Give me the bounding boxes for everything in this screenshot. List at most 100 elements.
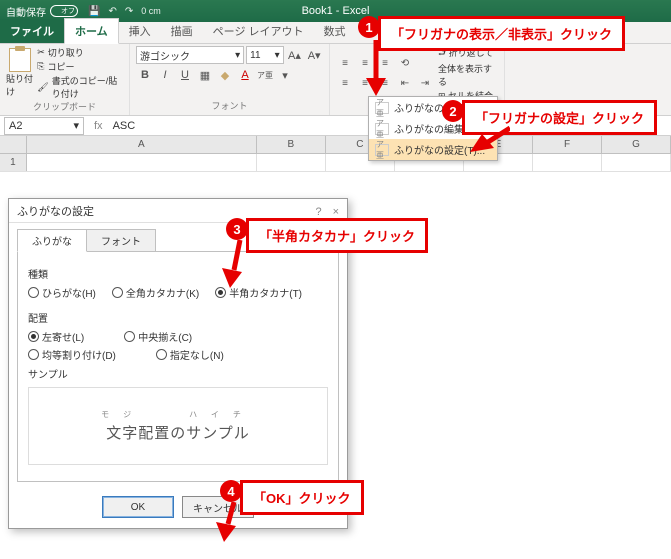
orientation-icon[interactable]: ⟲ bbox=[396, 54, 414, 72]
radio-icon bbox=[156, 349, 167, 360]
dialog-tab-phonetic[interactable]: ふりがな bbox=[17, 229, 87, 252]
radio-icon bbox=[28, 331, 39, 342]
increase-font-icon[interactable]: A▴ bbox=[286, 46, 304, 64]
tab-home[interactable]: ホーム bbox=[64, 18, 119, 44]
font-group: 游ゴシック▾ 11▾ A▴ A▾ B I U ▦ ◆ A ア亜 ▾ フォント bbox=[130, 44, 330, 115]
chevron-down-icon: ▾ bbox=[275, 50, 280, 61]
clipboard-group: 貼り付け ✂切り取り ⎘コピー 🖌書式のコピー/貼り付け クリップボード bbox=[0, 44, 130, 115]
format-painter-button[interactable]: 🖌書式のコピー/貼り付け bbox=[37, 74, 123, 100]
radio-none[interactable]: 指定なし(N) bbox=[156, 347, 224, 362]
paste-label: 貼り付け bbox=[6, 72, 33, 98]
radio-icon bbox=[124, 331, 135, 342]
name-box[interactable]: A2▾ bbox=[4, 117, 84, 135]
arrow-2 bbox=[470, 124, 510, 154]
annotation-number-3: 3 bbox=[226, 218, 248, 240]
close-icon[interactable]: ? × bbox=[315, 203, 339, 219]
fill-color-button[interactable]: ◆ bbox=[216, 66, 234, 84]
sheet-row-1: 1 bbox=[0, 154, 671, 172]
decrease-font-icon[interactable]: A▾ bbox=[305, 46, 323, 64]
select-all-corner[interactable] bbox=[0, 136, 27, 153]
dialog-body: 種類 ひらがな(H) 全角カタカナ(K) 半角カタカナ(T) 配置 左寄せ(L)… bbox=[17, 251, 339, 482]
toggle-off[interactable]: オフ bbox=[50, 5, 78, 17]
autosave-toggle[interactable]: 自動保存 オフ bbox=[6, 4, 78, 19]
align-section-label: 配置 bbox=[28, 310, 328, 325]
col-header-f[interactable]: F bbox=[533, 136, 602, 153]
type-section-label: 種類 bbox=[28, 266, 328, 281]
annotation-number-1: 1 bbox=[358, 16, 380, 38]
tab-draw[interactable]: 描画 bbox=[161, 19, 203, 43]
italic-button[interactable]: I bbox=[156, 66, 174, 84]
sample-ruby: モジ ハイチ bbox=[101, 409, 255, 420]
indent-inc-icon[interactable]: ⇥ bbox=[416, 74, 434, 92]
brush-icon: 🖌 bbox=[37, 82, 48, 93]
row-header-1[interactable]: 1 bbox=[0, 154, 27, 171]
phonetic-settings-icon: ア亜 bbox=[375, 144, 389, 156]
save-icon[interactable]: 💾 bbox=[88, 6, 100, 17]
quick-access-toolbar: 💾 ↶ ↷ 0 cm bbox=[88, 6, 161, 17]
align-top-icon[interactable]: ≡ bbox=[336, 54, 354, 72]
tab-layout[interactable]: ページ レイアウト bbox=[203, 19, 314, 43]
tab-insert[interactable]: 挿入 bbox=[119, 19, 161, 43]
clipboard-group-label: クリップボード bbox=[6, 100, 123, 114]
copy-icon: ⎘ bbox=[37, 61, 44, 72]
redo-icon[interactable]: ↷ bbox=[125, 6, 133, 17]
align-left-icon[interactable]: ≡ bbox=[336, 74, 354, 92]
bold-button[interactable]: B bbox=[136, 66, 154, 84]
cell-a1[interactable] bbox=[27, 154, 257, 172]
paste-icon bbox=[9, 48, 31, 72]
dialog-tab-font[interactable]: フォント bbox=[86, 229, 156, 252]
callout-3: 「半角カタカナ」クリック bbox=[246, 218, 428, 253]
wrap-text-button[interactable]: ⮐ 折り返して全体を表示する bbox=[438, 46, 498, 88]
col-header-a[interactable]: A bbox=[27, 136, 257, 153]
tab-file[interactable]: ファイル bbox=[0, 19, 64, 43]
dialog-title: ふりがなの設定 bbox=[17, 203, 94, 219]
font-name-select[interactable]: 游ゴシック▾ bbox=[136, 46, 244, 64]
callout-4: 「OK」クリック bbox=[240, 480, 364, 515]
sample-preview: モジ ハイチ 文字配置のサンプル bbox=[28, 387, 328, 465]
col-header-g[interactable]: G bbox=[602, 136, 671, 153]
radio-hiragana[interactable]: ひらがな(H) bbox=[28, 285, 96, 300]
annotation-number-2: 2 bbox=[442, 100, 464, 122]
sample-text: 文字配置のサンプル bbox=[106, 422, 250, 443]
tab-formulas[interactable]: 数式 bbox=[314, 19, 356, 43]
underline-button[interactable]: U bbox=[176, 66, 194, 84]
chevron-down-icon: ▾ bbox=[235, 50, 240, 61]
border-button[interactable]: ▦ bbox=[196, 66, 214, 84]
ok-button[interactable]: OK bbox=[102, 496, 174, 518]
ruler-value: 0 cm bbox=[141, 6, 161, 16]
callout-1: 「フリガナの表示／非表示」クリック bbox=[378, 16, 625, 51]
document-title: Book1 - Excel bbox=[302, 5, 370, 17]
arrow-3 bbox=[222, 240, 252, 288]
phonetic-edit-icon: ア亜 bbox=[375, 123, 389, 135]
phonetic-button[interactable]: ア亜 bbox=[256, 66, 274, 84]
arrow-1 bbox=[362, 40, 390, 96]
font-color-button[interactable]: A bbox=[236, 66, 254, 84]
radio-distribute[interactable]: 均等割り付け(D) bbox=[28, 347, 116, 362]
annotation-number-4: 4 bbox=[220, 480, 242, 502]
radio-icon bbox=[28, 287, 39, 298]
cut-button[interactable]: ✂切り取り bbox=[37, 46, 123, 59]
arrow-4 bbox=[216, 502, 246, 542]
paste-button[interactable]: 貼り付け bbox=[6, 46, 33, 100]
copy-button[interactable]: ⎘コピー bbox=[37, 60, 123, 73]
scissors-icon: ✂ bbox=[37, 47, 45, 58]
sample-section-label: サンプル bbox=[28, 366, 328, 381]
autosave-label: 自動保存 bbox=[6, 4, 46, 19]
indent-dec-icon[interactable]: ⇤ bbox=[396, 74, 414, 92]
phonetic-dropdown[interactable]: ▾ bbox=[276, 66, 294, 84]
chevron-down-icon: ▾ bbox=[73, 119, 79, 132]
fx-icon[interactable]: fx bbox=[88, 120, 109, 132]
radio-icon bbox=[28, 349, 39, 360]
radio-icon bbox=[215, 287, 226, 298]
font-group-label: フォント bbox=[136, 99, 323, 113]
radio-zenkaku[interactable]: 全角カタカナ(K) bbox=[112, 285, 199, 300]
column-headers: A B C D E F G bbox=[0, 136, 671, 154]
radio-left[interactable]: 左寄せ(L) bbox=[28, 329, 84, 344]
radio-center[interactable]: 中央揃え(C) bbox=[124, 329, 192, 344]
font-size-select[interactable]: 11▾ bbox=[246, 46, 283, 64]
undo-icon[interactable]: ↶ bbox=[108, 6, 116, 17]
cell-b1[interactable] bbox=[257, 154, 326, 172]
phonetic-show-icon: ア亜 bbox=[375, 102, 389, 114]
radio-icon bbox=[112, 287, 123, 298]
col-header-b[interactable]: B bbox=[257, 136, 326, 153]
